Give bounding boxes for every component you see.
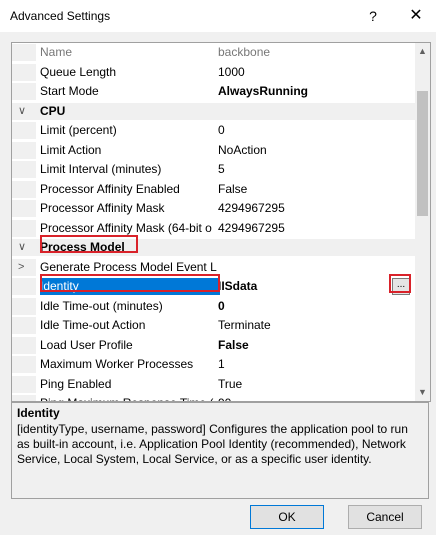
- row-gutter: [12, 317, 36, 334]
- property-name: Load User Profile: [40, 337, 133, 352]
- property-value[interactable]: 0: [218, 298, 413, 315]
- property-name: Queue Length: [40, 64, 117, 79]
- property-value[interactable]: True: [218, 376, 413, 393]
- property-name: Limit Interval (minutes): [40, 162, 162, 176]
- property-name: Idle Time-out Action: [40, 318, 146, 332]
- category-row[interactable]: ∨ Process Model: [12, 239, 415, 256]
- property-name: Maximum Worker Processes: [40, 357, 194, 371]
- property-name: Processor Affinity Mask: [40, 201, 165, 215]
- property-value[interactable]: AlwaysRunning: [218, 83, 413, 100]
- property-row[interactable]: Processor Affinity Mask 4294967295: [12, 200, 415, 217]
- property-row[interactable]: > Generate Process Model Event L: [12, 258, 415, 276]
- title-bar: Advanced Settings ? ✕: [0, 0, 436, 32]
- property-value[interactable]: NoAction: [218, 142, 413, 159]
- row-gutter: [12, 63, 36, 81]
- row-gutter: [12, 336, 36, 354]
- vertical-scrollbar[interactable]: ▲ ▼: [415, 43, 430, 401]
- row-gutter: [12, 161, 36, 178]
- property-value[interactable]: 90: [218, 395, 413, 401]
- collapse-chevron-icon[interactable]: ∨: [18, 103, 26, 120]
- property-grid[interactable]: Name backbone Queue Length 1000 Start Mode Al…: [11, 42, 431, 402]
- row-gutter: [12, 219, 36, 237]
- property-name: Identity: [40, 278, 220, 295]
- property-row[interactable]: Start Mode AlwaysRunning: [12, 83, 415, 100]
- row-gutter: [12, 395, 36, 401]
- property-name: Idle Time-out (minutes): [40, 298, 163, 313]
- collapse-chevron-icon[interactable]: ∨: [18, 239, 26, 256]
- category-row[interactable]: ∨ CPU: [12, 102, 415, 120]
- property-value[interactable]: False: [218, 181, 413, 198]
- property-row[interactable]: Processor Affinity Mask (64-bit o 4294967…: [12, 219, 415, 237]
- category-label: CPU: [40, 103, 66, 118]
- property-name: Start Mode: [40, 84, 99, 98]
- close-button[interactable]: ✕: [404, 5, 428, 27]
- description-text: [identityType, username, password] Confi…: [17, 422, 408, 466]
- property-row[interactable]: Queue Length 1000: [12, 63, 415, 81]
- property-name: Generate Process Model Event L: [40, 259, 217, 274]
- property-row[interactable]: Limit Interval (minutes) 5: [12, 161, 415, 178]
- property-value[interactable]: 4294967295: [218, 220, 413, 237]
- help-button[interactable]: ?: [362, 5, 384, 27]
- row-gutter: [12, 180, 36, 198]
- property-name: Limit (percent): [40, 123, 117, 137]
- scroll-down-arrow-icon[interactable]: ▼: [415, 384, 430, 401]
- row-gutter: [12, 200, 36, 217]
- property-value[interactable]: Terminate: [218, 317, 413, 334]
- row-gutter: [12, 83, 36, 100]
- row-gutter: [12, 356, 36, 373]
- row-gutter: [12, 141, 36, 159]
- property-value[interactable]: 1000: [218, 64, 413, 81]
- row-gutter: [12, 44, 36, 61]
- expand-chevron-icon[interactable]: >: [18, 259, 24, 276]
- property-value[interactable]: 4294967295: [218, 200, 413, 217]
- property-row[interactable]: Limit Action NoAction: [12, 141, 415, 159]
- category-label: Process Model: [40, 240, 125, 254]
- property-name: Ping Enabled: [40, 376, 112, 391]
- property-row[interactable]: Name backbone: [12, 44, 415, 61]
- property-row[interactable]: Identity IISdata...: [12, 278, 415, 295]
- scroll-thumb[interactable]: [417, 91, 428, 216]
- property-value[interactable]: [218, 259, 413, 276]
- window-title: Advanced Settings: [10, 9, 111, 23]
- property-value[interactable]: 0: [218, 122, 413, 139]
- property-row[interactable]: Processor Affinity Enabled False: [12, 180, 415, 198]
- property-name: Limit Action: [40, 142, 102, 157]
- property-value[interactable]: IISdata: [218, 278, 413, 295]
- row-gutter: [12, 375, 36, 393]
- property-row[interactable]: Idle Time-out Action Terminate: [12, 317, 415, 334]
- ok-button[interactable]: OK: [250, 505, 324, 529]
- property-row[interactable]: Idle Time-out (minutes) 0: [12, 297, 415, 315]
- property-value[interactable]: False: [218, 337, 413, 354]
- cancel-button[interactable]: Cancel: [348, 505, 422, 529]
- property-name: Processor Affinity Enabled: [40, 181, 180, 196]
- row-gutter: [12, 297, 36, 315]
- row-gutter: [12, 122, 36, 139]
- property-name: Processor Affinity Mask (64-bit o: [40, 220, 212, 235]
- property-value[interactable]: backbone: [218, 44, 413, 61]
- description-panel: Identity [identityType, username, passwo…: [11, 402, 429, 499]
- property-row[interactable]: Ping Enabled True: [12, 375, 415, 393]
- property-value[interactable]: 1: [218, 356, 413, 373]
- property-row[interactable]: Limit (percent) 0: [12, 122, 415, 139]
- property-value[interactable]: 5: [218, 161, 413, 178]
- property-row[interactable]: Maximum Worker Processes 1: [12, 356, 415, 373]
- description-title: Identity: [17, 406, 60, 420]
- row-gutter: [12, 278, 36, 295]
- property-row[interactable]: Load User Profile False: [12, 336, 415, 354]
- property-name: Name: [40, 45, 73, 59]
- ellipsis-button[interactable]: ...: [392, 278, 410, 295]
- property-row[interactable]: Ping Maximum Response Time (90: [12, 395, 415, 401]
- scroll-up-arrow-icon[interactable]: ▲: [415, 43, 430, 60]
- property-name: Ping Maximum Response Time (: [40, 395, 220, 401]
